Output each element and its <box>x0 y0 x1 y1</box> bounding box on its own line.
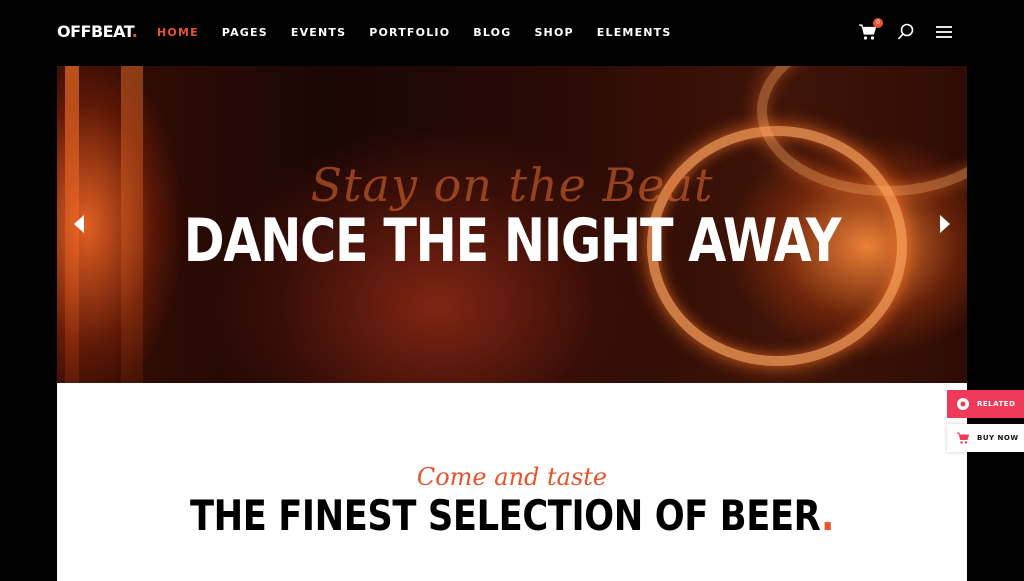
nav-elements[interactable]: ELEMENTS <box>597 26 672 39</box>
nav-portfolio[interactable]: PORTFOLIO <box>369 26 450 39</box>
arrow-right-icon[interactable] <box>937 214 953 234</box>
nav-blog[interactable]: BLOG <box>473 26 511 39</box>
site-header: OFFBEAT. HOME PAGES EVENTS PORTFOLIO BLO… <box>0 0 1024 66</box>
intro-section: Come and taste THE FINEST SELECTION OF B… <box>57 383 967 581</box>
arrow-left-icon[interactable] <box>71 214 87 234</box>
cart-icon <box>956 431 970 445</box>
buy-now-button[interactable]: BUY NOW <box>947 424 1024 452</box>
header-icons: 0 <box>858 18 954 42</box>
section-script-heading: Come and taste <box>416 463 608 491</box>
related-icon <box>956 397 970 411</box>
hero-title: DANCE THE NIGHT AWAY <box>183 206 842 276</box>
related-label: RELATED <box>977 400 1016 408</box>
logo[interactable]: OFFBEAT. <box>57 22 138 41</box>
related-button[interactable]: RELATED <box>947 390 1024 418</box>
nav-shop[interactable]: SHOP <box>534 26 573 39</box>
hero-script-heading: Stay on the Beat <box>310 158 714 212</box>
nav-events[interactable]: EVENTS <box>291 26 346 39</box>
cart-icon[interactable]: 0 <box>858 18 883 42</box>
hero-slider: Stay on the Beat DANCE THE NIGHT AWAY <box>57 66 967 383</box>
nav-pages[interactable]: PAGES <box>222 26 268 39</box>
nav-home[interactable]: HOME <box>157 26 199 39</box>
cart-count-badge: 0 <box>873 18 883 28</box>
buy-now-label: BUY NOW <box>977 434 1019 442</box>
menu-icon[interactable] <box>934 22 954 42</box>
search-icon[interactable] <box>896 22 916 42</box>
main-nav: HOME PAGES EVENTS PORTFOLIO BLOG SHOP EL… <box>157 26 695 39</box>
section-title: THE FINEST SELECTION OF BEER. <box>189 491 835 540</box>
